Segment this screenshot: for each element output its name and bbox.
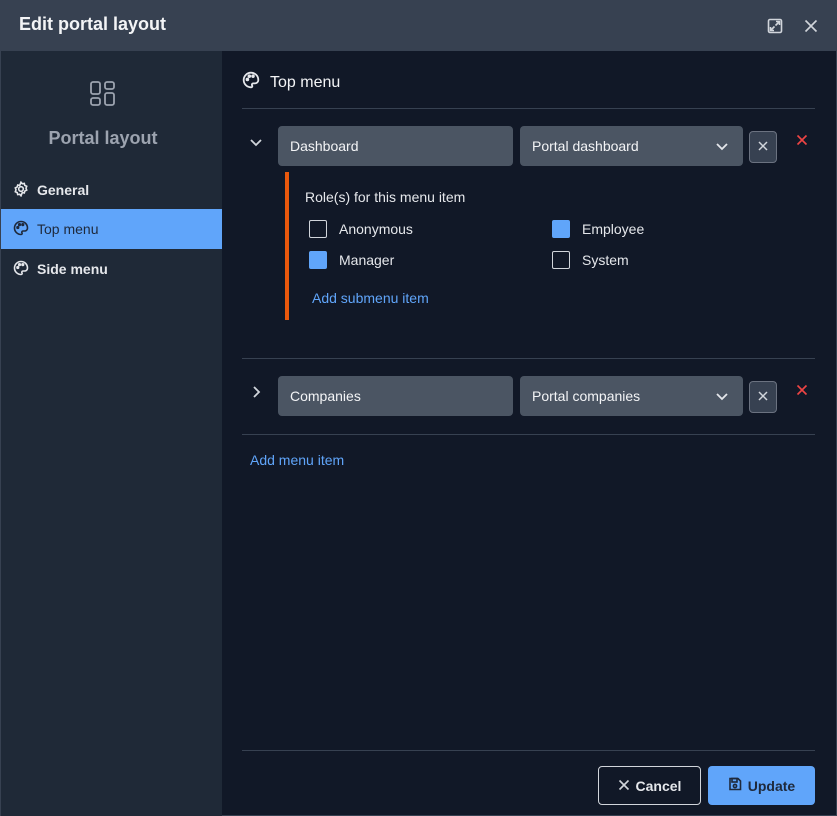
menu-item-page-select[interactable]: Portal dashboard	[520, 126, 743, 166]
clear-page-button[interactable]	[749, 131, 777, 163]
dialog-titlebar: Edit portal layout	[1, 1, 837, 51]
footer-divider	[242, 750, 815, 751]
menu-item-name-input[interactable]: Dashboard	[278, 126, 513, 166]
chevron-right-icon[interactable]	[248, 384, 264, 400]
close-icon	[758, 138, 768, 156]
delete-menu-item-button[interactable]	[796, 133, 810, 147]
section-title: Top menu	[270, 73, 341, 91]
add-submenu-item-link[interactable]: Add submenu item	[312, 290, 429, 306]
role-checkbox-system[interactable]: System	[552, 251, 629, 269]
menu-item-name-input[interactable]: Companies	[278, 376, 513, 416]
close-icon	[796, 133, 808, 150]
add-menu-item-link[interactable]: Add menu item	[250, 452, 344, 468]
checkbox[interactable]	[552, 220, 570, 238]
close-icon	[618, 778, 636, 794]
chevron-down-icon	[715, 389, 729, 406]
sidebar-item-side-menu[interactable]: Side menu	[1, 249, 222, 289]
sidebar-item-label: Side menu	[37, 261, 108, 277]
sidebar-heading: Portal layout	[48, 128, 158, 148]
checkbox[interactable]	[309, 251, 327, 269]
close-icon	[758, 388, 768, 406]
sidebar: Portal layout General Top menu Side menu	[1, 51, 222, 816]
divider	[242, 108, 815, 109]
expand-icon[interactable]	[765, 16, 785, 36]
section-header: Top menu	[242, 71, 340, 94]
chevron-down-icon[interactable]	[248, 134, 264, 150]
sidebar-item-top-menu[interactable]: Top menu	[1, 209, 222, 249]
role-checkbox-anonymous[interactable]: Anonymous	[309, 220, 413, 238]
divider	[242, 358, 815, 359]
edit-portal-layout-dialog: Edit portal layout Portal layout General…	[0, 0, 837, 816]
update-label: Update	[747, 777, 796, 794]
layout-grid-icon	[89, 80, 117, 108]
close-icon[interactable]	[801, 16, 821, 36]
role-label: System	[582, 252, 629, 268]
roles-accent-bar	[285, 172, 289, 320]
roles-label: Role(s) for this menu item	[305, 189, 466, 205]
palette-icon	[13, 260, 37, 279]
role-label: Employee	[582, 221, 645, 237]
select-value: Portal companies	[532, 388, 641, 404]
sidebar-item-general[interactable]: General	[1, 170, 222, 210]
menu-item-page-select[interactable]: Portal companies	[520, 376, 743, 416]
cancel-button[interactable]: Cancel	[598, 766, 701, 805]
divider	[242, 434, 815, 435]
dialog-title: Edit portal layout	[19, 14, 167, 34]
save-icon	[728, 777, 748, 794]
sidebar-item-label: General	[37, 182, 90, 198]
chevron-down-icon	[715, 139, 729, 156]
delete-menu-item-button[interactable]	[796, 383, 810, 397]
sidebar-item-label: Top menu	[37, 221, 99, 237]
role-checkbox-manager[interactable]: Manager	[309, 251, 394, 269]
select-value: Portal dashboard	[532, 138, 639, 154]
gear-icon	[13, 180, 37, 200]
checkbox[interactable]	[309, 220, 327, 238]
checkbox[interactable]	[552, 251, 570, 269]
role-checkbox-employee[interactable]: Employee	[552, 220, 644, 238]
close-icon	[796, 383, 808, 400]
main-panel: Top menu Dashboard Portal dashboard Role…	[222, 51, 837, 816]
update-button[interactable]: Update	[708, 766, 815, 805]
cancel-label: Cancel	[635, 777, 682, 794]
clear-page-button[interactable]	[749, 381, 777, 413]
palette-icon	[242, 71, 270, 94]
palette-icon	[13, 220, 37, 239]
role-label: Anonymous	[339, 221, 413, 237]
role-label: Manager	[339, 252, 395, 268]
